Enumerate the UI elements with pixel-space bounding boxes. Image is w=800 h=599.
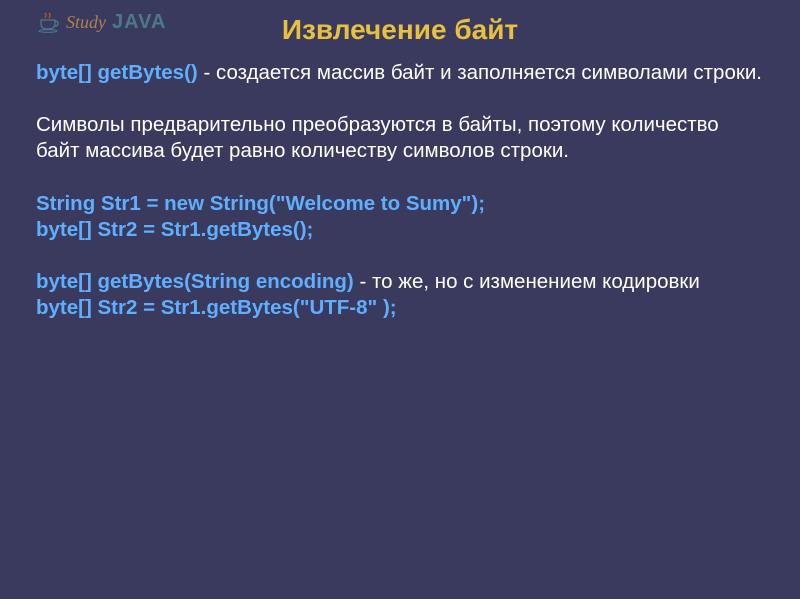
paragraph-3: byte[] getBytes(String encoding) - то же… xyxy=(36,269,764,321)
java-cup-icon xyxy=(36,10,60,34)
code-block-1: String Str1 = new String("Welcome to Sum… xyxy=(36,191,764,243)
code-line-2: byte[] Str2 = Str1.getBytes(); xyxy=(36,217,764,243)
code-line-1: String Str1 = new String("Welcome to Sum… xyxy=(36,191,764,217)
paragraph-2: Символы предварительно преобразуются в б… xyxy=(36,112,764,164)
code-line-3: byte[] Str2 = Str1.getBytes("UTF-8" ); xyxy=(36,295,764,321)
desc-2: - то же, но с изменением кодировки xyxy=(354,270,700,293)
code-signature-1: byte[] getBytes() xyxy=(36,61,198,84)
logo-study-text: Study xyxy=(66,12,106,33)
slide-container: Study JAVA Извлечение байт byte[] getByt… xyxy=(0,0,800,358)
paragraph-1: byte[] getBytes() - создается массив бай… xyxy=(36,60,764,86)
desc-1: - создается массив байт и заполняется си… xyxy=(198,61,762,84)
code-signature-2: byte[] getBytes(String encoding) xyxy=(36,270,354,293)
content-area: byte[] getBytes() - создается массив бай… xyxy=(36,60,764,322)
logo-java-text: JAVA xyxy=(112,11,166,34)
